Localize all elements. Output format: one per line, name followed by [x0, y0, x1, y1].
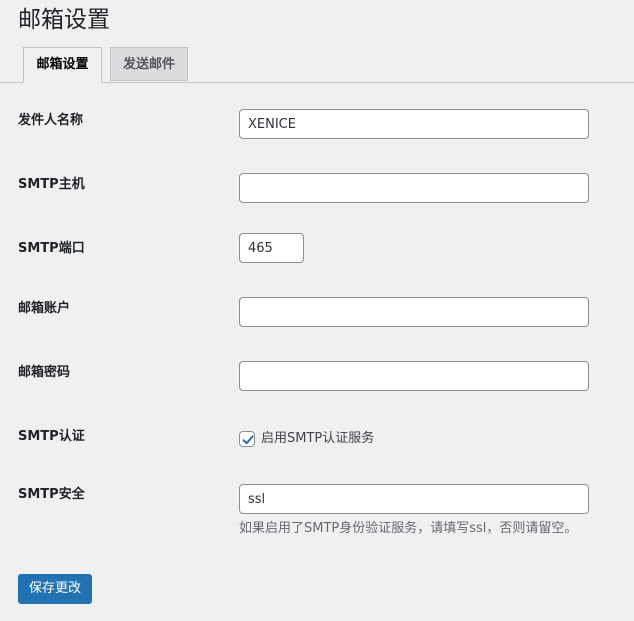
mail-password-input[interactable] — [239, 361, 589, 391]
mail-account-input[interactable] — [239, 297, 589, 327]
tab-send-mail[interactable]: 发送邮件 — [110, 47, 188, 81]
mail-password-label: 邮箱密码 — [18, 365, 71, 380]
mail-account-label: 邮箱账户 — [18, 301, 71, 316]
smtp-security-label: SMTP安全 — [18, 487, 85, 502]
smtp-auth-label: SMTP认证 — [18, 429, 85, 444]
checkmark-icon — [242, 435, 254, 445]
smtp-host-input[interactable] — [239, 173, 589, 203]
tab-bar: 邮箱设置 发送邮件 — [0, 47, 634, 83]
smtp-security-input[interactable] — [239, 484, 589, 514]
sender-name-label: 发件人名称 — [18, 113, 84, 128]
smtp-auth-option: 启用SMTP认证服务 — [239, 429, 374, 449]
smtp-host-label: SMTP主机 — [18, 177, 85, 192]
tab-mail-settings[interactable]: 邮箱设置 — [23, 47, 102, 83]
smtp-auth-checkbox-label[interactable]: 启用SMTP认证服务 — [261, 429, 374, 449]
smtp-port-input[interactable] — [239, 233, 304, 263]
smtp-port-label: SMTP端口 — [18, 241, 85, 256]
settings-page: 邮箱设置 邮箱设置 发送邮件 发件人名称 SMTP主机 SMTP端口 邮箱账户 … — [0, 0, 634, 621]
smtp-security-description: 如果启用了SMTP身份验证服务，请填写ssl，否则请留空。 — [239, 521, 578, 536]
smtp-auth-checkbox[interactable] — [239, 431, 255, 447]
page-title: 邮箱设置 — [18, 7, 110, 33]
sender-name-input[interactable] — [239, 109, 589, 139]
save-changes-button[interactable]: 保存更改 — [18, 574, 92, 604]
